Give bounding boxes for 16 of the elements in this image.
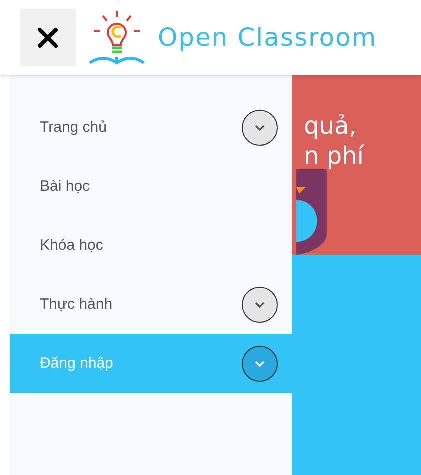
- site-title: Open Classroom: [158, 23, 378, 52]
- menu-item[interactable]: Thực hành: [10, 275, 292, 334]
- menu-item[interactable]: Bài học: [10, 157, 292, 216]
- close-icon: [37, 26, 59, 48]
- expand-button[interactable]: [242, 110, 278, 146]
- menu-item[interactable]: Trang chủ: [10, 98, 292, 157]
- expand-button[interactable]: [242, 286, 278, 322]
- expand-button[interactable]: [242, 346, 278, 382]
- lightbulb-book-logo-icon: [88, 8, 146, 66]
- menu-item[interactable]: Khóa học: [10, 216, 292, 275]
- chevron-down-icon: [255, 360, 265, 366]
- hero-text: quả,: [304, 111, 358, 141]
- close-button[interactable]: [20, 9, 76, 66]
- chevron-down-icon: [255, 302, 265, 308]
- chevron-down-icon: [255, 124, 265, 130]
- hero-text: n phí: [304, 141, 364, 171]
